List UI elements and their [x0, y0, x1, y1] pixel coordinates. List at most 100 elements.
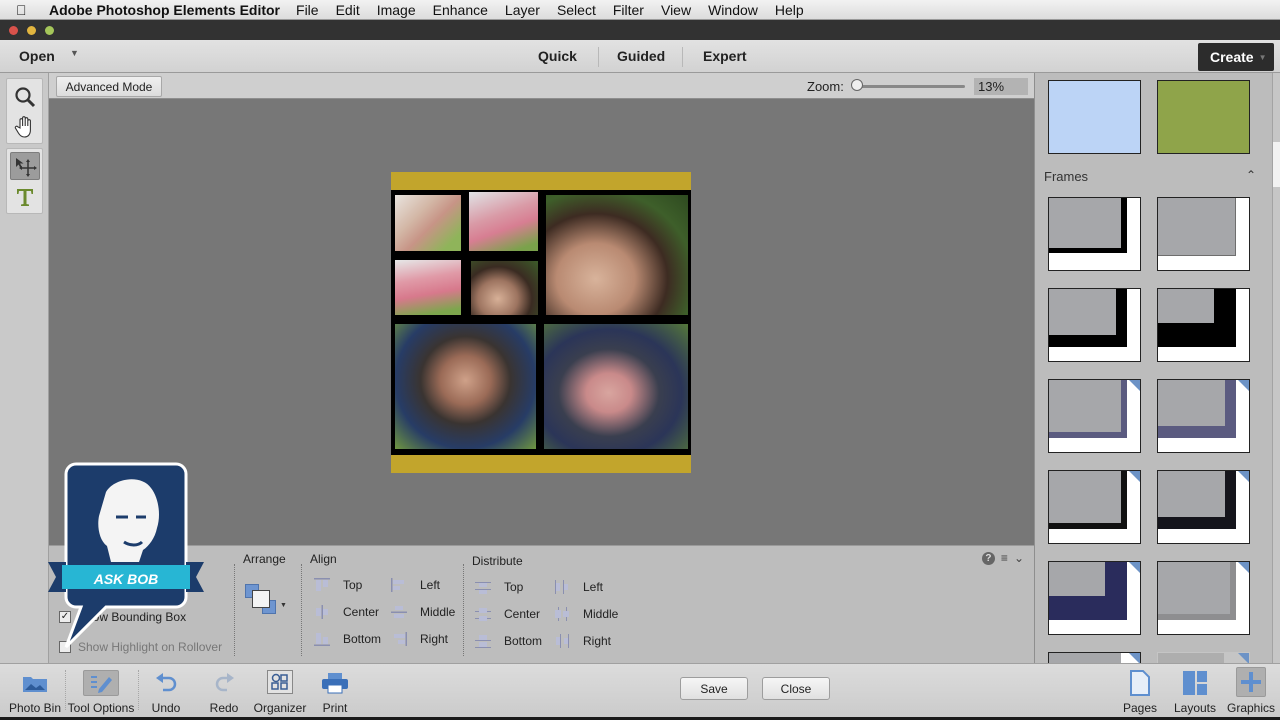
apple-menu-icon[interactable]:  — [16, 2, 38, 18]
advanced-mode-button[interactable]: Advanced Mode — [56, 76, 162, 97]
align-left-button[interactable]: Left — [391, 578, 440, 592]
frame-black-wide-shadow[interactable] — [1157, 470, 1250, 544]
distribute-top-button[interactable]: Top — [475, 580, 523, 594]
bottom-color-band — [391, 455, 691, 473]
layouts-button[interactable]: Layouts — [1172, 664, 1218, 718]
align-top-button[interactable]: Top — [314, 578, 362, 592]
tab-expert[interactable]: Expert — [703, 48, 747, 64]
open-button[interactable]: Open — [19, 48, 55, 64]
type-tool[interactable] — [10, 183, 40, 211]
frames-section-header: Frames — [1044, 169, 1089, 184]
photo-bin-button[interactable]: Photo Bin — [8, 664, 62, 718]
organizer-button[interactable]: Organizer — [252, 664, 308, 718]
open-dropdown-icon[interactable]: ▼ — [70, 48, 79, 58]
align-top-label: Top — [343, 578, 363, 592]
distribute-center-label: Center — [504, 607, 541, 621]
panel-menu-icon[interactable]: ≡ — [1001, 551, 1008, 565]
frame-black-thin-shadow[interactable] — [1048, 470, 1141, 544]
hand-tool[interactable] — [10, 113, 40, 141]
close-window-button[interactable] — [9, 26, 18, 35]
tab-divider — [598, 47, 599, 67]
distribute-center-button[interactable]: Center — [475, 607, 540, 621]
hand-icon — [14, 116, 31, 138]
move-tool[interactable] — [10, 152, 40, 180]
undo-label: Undo — [151, 701, 181, 715]
graphics-button[interactable]: Graphics — [1226, 664, 1276, 718]
save-button[interactable]: Save — [680, 677, 748, 700]
section-divider — [463, 564, 464, 656]
zoom-value-field[interactable]: 13% — [974, 78, 1028, 95]
tab-quick[interactable]: Quick — [538, 48, 577, 64]
distribute-left-icon — [554, 580, 570, 594]
frame-black-wide-corner[interactable] — [1157, 288, 1250, 362]
minimize-window-button[interactable] — [27, 26, 36, 35]
panel-scrollbar-thumb[interactable] — [1273, 142, 1280, 187]
align-right-button[interactable]: Right — [391, 632, 448, 646]
photo-boy-closeup-large[interactable] — [546, 195, 688, 315]
photo-collage-document[interactable] — [391, 172, 691, 473]
zoom-label: Zoom: — [807, 79, 844, 94]
menu-select[interactable]: Select — [557, 2, 596, 18]
undo-button[interactable]: Undo — [146, 664, 186, 718]
zoom-window-button[interactable] — [45, 26, 54, 35]
frame-gray-soft-shadow[interactable] — [1157, 561, 1250, 635]
distribute-right-button[interactable]: Right — [554, 634, 611, 648]
menu-help[interactable]: Help — [775, 2, 804, 18]
redo-label: Redo — [209, 701, 239, 715]
menu-view[interactable]: View — [661, 2, 691, 18]
help-icon[interactable]: ? — [981, 551, 995, 565]
menu-filter[interactable]: Filter — [613, 2, 644, 18]
photo-boy-smiling-small[interactable] — [471, 261, 538, 315]
menu-layer[interactable]: Layer — [505, 2, 540, 18]
photo-girl-closeup[interactable] — [395, 195, 461, 251]
zoom-tool[interactable] — [10, 83, 40, 111]
arrange-label: Arrange — [243, 552, 286, 566]
graphics-label: Graphics — [1226, 701, 1276, 715]
menu-window[interactable]: Window — [708, 2, 758, 18]
pages-button[interactable]: Pages — [1120, 664, 1160, 718]
distribute-bottom-button[interactable]: Bottom — [475, 634, 542, 648]
align-right-label: Right — [420, 632, 449, 646]
background-light-blue[interactable] — [1048, 80, 1141, 154]
distribute-middle-button[interactable]: Middle — [554, 607, 618, 621]
distribute-left-button[interactable]: Left — [554, 580, 603, 594]
pages-label: Pages — [1122, 701, 1158, 715]
align-bottom-button[interactable]: Bottom — [314, 632, 381, 646]
close-button[interactable]: Close — [762, 677, 830, 700]
photo-girl-running-1[interactable] — [469, 192, 538, 251]
frame-black-thick-corner[interactable] — [1048, 288, 1141, 362]
photo-family-on-grass[interactable] — [544, 324, 688, 449]
magnifier-icon — [15, 87, 36, 108]
frame-purple-shadow[interactable] — [1048, 379, 1141, 453]
collapse-frames-icon[interactable]: ⌃ — [1246, 168, 1256, 182]
align-bottom-label: Bottom — [343, 632, 382, 646]
zoom-slider[interactable] — [857, 85, 965, 88]
background-olive-green[interactable] — [1157, 80, 1250, 154]
frame-navy-thick-corner[interactable] — [1048, 561, 1141, 635]
align-middle-button[interactable]: Middle — [391, 605, 455, 619]
collapse-panel-chevron-icon[interactable]: ⌄ — [1014, 551, 1024, 565]
redo-button[interactable]: Redo — [204, 664, 244, 718]
app-name-menu[interactable]: Adobe Photoshop Elements Editor — [49, 2, 280, 18]
photo-boy-laughing[interactable] — [395, 324, 536, 449]
frame-purple-wide-shadow[interactable] — [1157, 379, 1250, 453]
menu-edit[interactable]: Edit — [336, 2, 360, 18]
tab-guided[interactable]: Guided — [617, 48, 665, 64]
align-center-button[interactable]: Center — [314, 605, 379, 619]
zoom-slider-handle[interactable] — [851, 79, 863, 91]
distribute-bottom-icon — [475, 634, 491, 648]
frame-black-drop-shadow[interactable] — [1048, 197, 1141, 271]
menu-file[interactable]: File — [296, 2, 319, 18]
tool-options-button[interactable]: Tool Options — [66, 664, 136, 718]
menu-image[interactable]: Image — [377, 2, 416, 18]
arrange-dropdown[interactable]: ▼ — [245, 584, 289, 618]
frame-partial-1[interactable] — [1048, 652, 1141, 663]
menu-enhance[interactable]: Enhance — [433, 2, 488, 18]
frame-partial-2[interactable] — [1157, 652, 1250, 663]
photo-girl-running-2[interactable] — [395, 260, 461, 315]
frame-gray-drop-shadow[interactable] — [1157, 197, 1250, 271]
create-button[interactable]: Create ▼ — [1198, 43, 1274, 71]
options-bar: Advanced Mode Zoom: 13% — [49, 73, 1034, 99]
print-button[interactable]: Print — [316, 664, 354, 718]
bottom-taskbar: Photo Bin Tool Options Undo Redo Organiz… — [0, 663, 1280, 717]
